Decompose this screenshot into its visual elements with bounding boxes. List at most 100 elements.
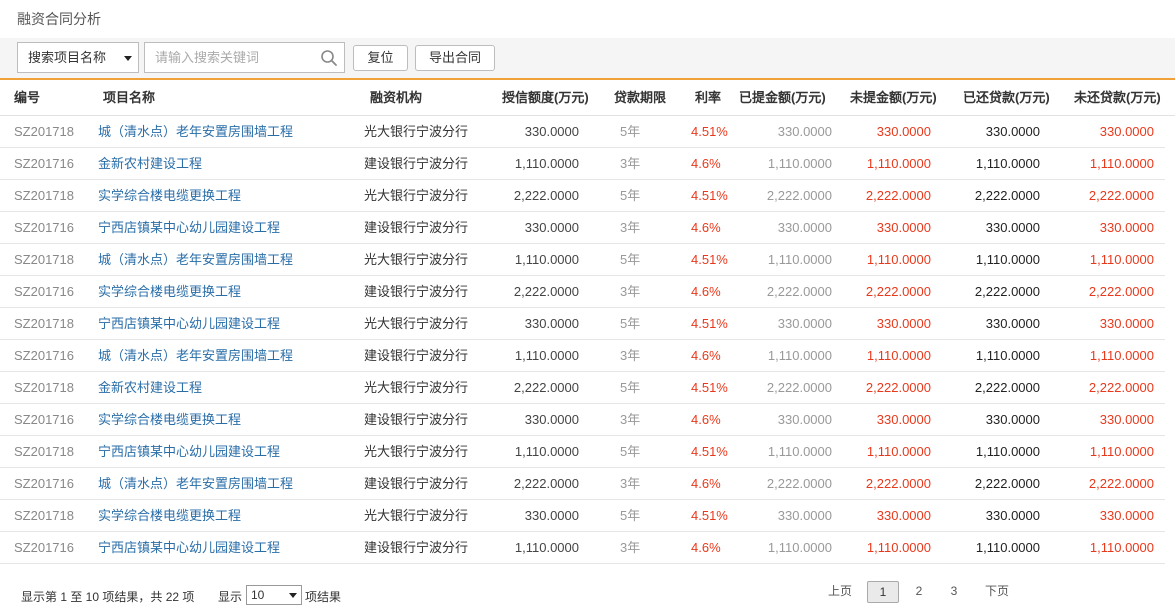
table-row: SZ201718 城（清水点）老年安置房围墙工程 光大银行宁波分行 330.0000 5… (0, 116, 1165, 148)
search-box (144, 42, 345, 73)
next-page-button[interactable]: 下页 (980, 581, 1014, 603)
cell-name[interactable]: 宁西店镇某中心幼儿园建设工程 (98, 436, 280, 468)
cell-undrawn: 1,110.0000 (866, 444, 931, 459)
table-row: SZ201716 宁西店镇某中心幼儿园建设工程 建设银行宁波分行 1,110.0000… (0, 532, 1165, 564)
cell-term: 5年 (620, 444, 641, 459)
cell-name[interactable]: 城（清水点）老年安置房围墙工程 (98, 244, 293, 276)
cell-org: 建设银行宁波分行 (364, 476, 469, 491)
cell-unpaid: 1,110.0000 (1089, 156, 1154, 171)
cell-rate: 4.6% (691, 348, 721, 363)
table-row: SZ201718 实学综合楼电缆更换工程 光大银行宁波分行 2,222.0000 5年 4… (0, 180, 1165, 212)
cell-repaid: 330.0000 (985, 316, 1040, 331)
cell-unpaid: 330.0000 (1099, 124, 1154, 139)
cell-drawn: 2,222.0000 (766, 380, 832, 395)
cell-term: 3年 (620, 156, 641, 171)
cell-unpaid: 2,222.0000 (1088, 380, 1154, 395)
search-input[interactable] (145, 43, 315, 72)
header-drawn: 已提金额(万元) (739, 90, 826, 105)
header-undrawn: 未提金额(万元) (850, 90, 937, 105)
cell-unpaid: 2,222.0000 (1088, 476, 1154, 491)
header-unpaid: 未还贷款(万元) (1074, 90, 1161, 105)
cell-rate: 4.51% (691, 316, 728, 331)
cell-unpaid: 1,110.0000 (1089, 444, 1154, 459)
cell-rate: 4.51% (691, 444, 728, 459)
cell-unpaid: 1,110.0000 (1089, 252, 1154, 267)
cell-org: 建设银行宁波分行 (364, 156, 469, 171)
cell-drawn: 330.0000 (777, 316, 832, 331)
cell-name[interactable]: 金新农村建设工程 (98, 372, 202, 404)
pagination-bar: 显示第 1 至 10 项结果，共 22 项 显示 10 项结果 上页 1 2 3… (0, 580, 1175, 610)
cell-credit: 330.0000 (524, 508, 579, 523)
cell-undrawn: 330.0000 (876, 412, 931, 427)
page-2-button[interactable]: 2 (908, 581, 930, 603)
cell-undrawn: 2,222.0000 (865, 284, 931, 299)
table-row: SZ201718 宁西店镇某中心幼儿园建设工程 光大银行宁波分行 330.0000 5年… (0, 308, 1165, 340)
cell-undrawn: 2,222.0000 (865, 188, 931, 203)
cell-name[interactable]: 城（清水点）老年安置房围墙工程 (98, 116, 293, 148)
prev-page-button[interactable]: 上页 (823, 581, 857, 603)
cell-undrawn: 1,110.0000 (866, 156, 931, 171)
cell-rate: 4.6% (691, 284, 721, 299)
cell-term: 5年 (620, 508, 641, 523)
table-row: SZ201716 城（清水点）老年安置房围墙工程 建设银行宁波分行 2,222.000… (0, 468, 1165, 500)
cell-code: SZ201716 (14, 412, 74, 427)
cell-repaid: 330.0000 (985, 508, 1040, 523)
cell-code: SZ201718 (14, 188, 74, 203)
search-icon[interactable] (320, 49, 338, 67)
cell-rate: 4.51% (691, 188, 728, 203)
page-size-select[interactable]: 10 (246, 585, 302, 605)
header-code: 编号 (14, 90, 41, 105)
cell-term: 3年 (620, 540, 641, 555)
table-row: SZ201716 城（清水点）老年安置房围墙工程 建设银行宁波分行 1,110.000… (0, 340, 1165, 372)
cell-unpaid: 330.0000 (1099, 412, 1154, 427)
cell-term: 3年 (620, 476, 641, 491)
header-credit: 授信额度(万元) (502, 90, 589, 105)
cell-term: 3年 (620, 412, 641, 427)
cell-name[interactable]: 宁西店镇某中心幼儿园建设工程 (98, 308, 280, 340)
cell-code: SZ201716 (14, 156, 74, 171)
cell-name[interactable]: 城（清水点）老年安置房围墙工程 (98, 340, 293, 372)
cell-code: SZ201718 (14, 316, 74, 331)
header-rate: 利率 (695, 90, 722, 105)
header-repaid: 已还贷款(万元) (963, 90, 1050, 105)
cell-term: 5年 (620, 188, 641, 203)
cell-name[interactable]: 实学综合楼电缆更换工程 (98, 404, 241, 436)
cell-drawn: 1,110.0000 (767, 348, 832, 363)
cell-org: 建设银行宁波分行 (364, 348, 469, 363)
show-label: 显示 (218, 590, 243, 604)
cell-org: 光大银行宁波分行 (364, 252, 469, 267)
caret-down-icon (289, 593, 297, 598)
cell-name[interactable]: 实学综合楼电缆更换工程 (98, 180, 241, 212)
cell-name[interactable]: 城（清水点）老年安置房围墙工程 (98, 468, 293, 500)
cell-unpaid: 2,222.0000 (1088, 284, 1154, 299)
table-row: SZ201718 金新农村建设工程 光大银行宁波分行 2,222.0000 5年 4.51… (0, 372, 1165, 404)
reset-button[interactable]: 复位 (353, 45, 408, 71)
page-1-button[interactable]: 1 (867, 581, 899, 603)
cell-unpaid: 1,110.0000 (1089, 348, 1154, 363)
cell-term: 3年 (620, 220, 641, 235)
cell-unpaid: 330.0000 (1099, 316, 1154, 331)
cell-name[interactable]: 宁西店镇某中心幼儿园建设工程 (98, 212, 280, 244)
page-3-button[interactable]: 3 (943, 581, 965, 603)
cell-name[interactable]: 实学综合楼电缆更换工程 (98, 500, 241, 532)
search-type-select[interactable]: 搜索项目名称 (17, 42, 139, 73)
cell-credit: 2,222.0000 (513, 188, 579, 203)
cell-unpaid: 330.0000 (1099, 220, 1154, 235)
cell-name[interactable]: 宁西店镇某中心幼儿园建设工程 (98, 532, 280, 564)
cell-code: SZ201718 (14, 444, 74, 459)
cell-undrawn: 1,110.0000 (866, 540, 931, 555)
cell-drawn: 1,110.0000 (767, 156, 832, 171)
cell-rate: 4.6% (691, 540, 721, 555)
cell-name[interactable]: 金新农村建设工程 (98, 148, 202, 180)
cell-name[interactable]: 实学综合楼电缆更换工程 (98, 276, 241, 308)
cell-org: 建设银行宁波分行 (364, 412, 469, 427)
cell-drawn: 2,222.0000 (766, 284, 832, 299)
cell-repaid: 2,222.0000 (974, 380, 1040, 395)
cell-undrawn: 330.0000 (876, 220, 931, 235)
cell-code: SZ201718 (14, 252, 74, 267)
cell-rate: 4.6% (691, 412, 721, 427)
cell-rate: 4.6% (691, 156, 721, 171)
table-row: SZ201716 实学综合楼电缆更换工程 建设银行宁波分行 330.0000 3年 4.6… (0, 404, 1165, 436)
export-contract-button[interactable]: 导出合同 (415, 45, 495, 71)
cell-term: 5年 (620, 124, 641, 139)
